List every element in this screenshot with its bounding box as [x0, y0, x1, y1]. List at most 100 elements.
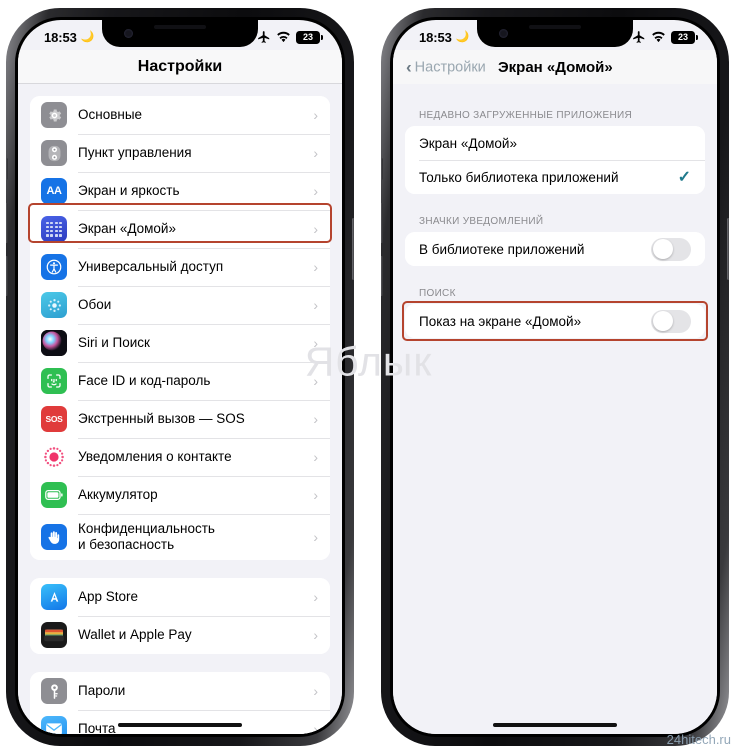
sidebar-item-label: Пароли — [78, 682, 126, 698]
wifi-icon — [276, 31, 291, 43]
control-center-icon — [41, 140, 67, 166]
back-button-label: Настройки — [414, 59, 486, 75]
settings-group-1: Основные › Пункт управления › AA Экран и… — [30, 96, 330, 560]
option-app-library-only[interactable]: Только библиотека приложений ✓ — [405, 160, 705, 194]
chevron-right-icon: › — [313, 145, 318, 161]
search-group: Показ на экране «Домой» — [405, 304, 705, 338]
iphone-left-bezel: 18:53 🌙 23 Настройки Основные › Пункт уп… — [15, 17, 345, 737]
toggle-app-library-badges[interactable] — [651, 237, 691, 261]
sidebar-item-passwords[interactable]: Пароли › — [30, 672, 330, 710]
screenshot-stage: 18:53 🌙 23 Настройки Основные › Пункт уп… — [0, 0, 737, 751]
iphone-left-screen: 18:53 🌙 23 Настройки Основные › Пункт уп… — [18, 20, 342, 734]
home-screen-icon — [41, 216, 67, 242]
sidebar-item-label: Универсальный доступ — [78, 258, 224, 274]
chevron-right-icon: › — [313, 221, 318, 237]
status-time: 18:53 — [44, 29, 77, 45]
chevron-right-icon: › — [313, 183, 318, 199]
option-label: Экран «Домой» — [419, 135, 517, 151]
iphone-left-frame: 18:53 🌙 23 Настройки Основные › Пункт уп… — [6, 8, 354, 746]
chevron-right-icon: › — [313, 683, 318, 699]
sidebar-item-label: Конфиденциальность и безопасность — [78, 521, 307, 554]
sidebar-item-label: Face ID и код-пароль — [78, 372, 211, 388]
mute-switch-right[interactable] — [381, 158, 383, 180]
airplane-mode-icon — [632, 30, 646, 44]
chevron-right-icon: › — [313, 373, 318, 389]
earpiece-speaker-icon — [154, 25, 206, 29]
notification-badges-group: В библиотеке приложений — [405, 232, 705, 266]
sidebar-item-privacy-security[interactable]: Конфиденциальность и безопасность › — [30, 514, 330, 560]
sos-glyph: SOS — [45, 414, 63, 424]
sidebar-item-battery[interactable]: Аккумулятор › — [30, 476, 330, 514]
sidebar-item-accessibility[interactable]: Универсальный доступ › — [30, 248, 330, 286]
volume-up-button-right[interactable] — [381, 203, 383, 243]
privacy-hand-icon — [41, 524, 67, 550]
home-screen-grid — [46, 221, 62, 237]
volume-down-button-right[interactable] — [381, 256, 383, 296]
recent-apps-group: Экран «Домой» Только библиотека приложен… — [405, 126, 705, 194]
sidebar-item-app-store[interactable]: App Store › — [30, 578, 330, 616]
chevron-right-icon: › — [313, 259, 318, 275]
sidebar-item-label: Экстренный вызов — SOS — [78, 410, 245, 426]
iphone-right-screen: 18:53 🌙 23 ‹ Настройки Экран «Домой» НЕД… — [393, 20, 717, 734]
sidebar-item-label: Siri и Поиск — [78, 334, 150, 350]
display-brightness-icon: AA — [41, 178, 67, 204]
battery-indicator: 23 — [671, 30, 698, 44]
siri-icon — [41, 330, 67, 356]
settings-group-2: App Store › Wallet и Apple Pay › — [30, 578, 330, 654]
back-button[interactable]: ‹ Настройки — [406, 59, 486, 76]
volume-down-button[interactable] — [6, 256, 8, 296]
home-screen-settings[interactable]: НЕДАВНО ЗАГРУЖЕННЫЕ ПРИЛОЖЕНИЯ Экран «До… — [393, 84, 717, 734]
row-show-on-home-screen[interactable]: Показ на экране «Домой» — [405, 304, 705, 338]
page-title: Настройки — [137, 57, 223, 75]
power-button-right[interactable] — [727, 218, 729, 280]
sidebar-item-label: Экран и яркость — [78, 182, 180, 198]
toggle-knob — [652, 239, 673, 259]
chevron-right-icon: › — [313, 627, 318, 643]
option-home-screen[interactable]: Экран «Домой» — [405, 126, 705, 160]
sidebar-item-wallet-apple-pay[interactable]: Wallet и Apple Pay › — [30, 616, 330, 654]
sidebar-item-emergency-sos[interactable]: SOS Экстренный вызов — SOS › — [30, 400, 330, 438]
settings-list[interactable]: Основные › Пункт управления › AA Экран и… — [18, 84, 342, 734]
volume-up-button[interactable] — [6, 203, 8, 243]
gear-icon — [41, 102, 67, 128]
status-time: 18:53 — [419, 29, 452, 45]
nav-bar-left: Настройки — [18, 50, 342, 84]
section-header-search: ПОИСК — [419, 288, 456, 299]
sidebar-item-label: Основные — [78, 106, 143, 122]
wifi-icon — [651, 31, 666, 43]
group-gap-2 — [18, 654, 342, 672]
sidebar-item-label: Аккумулятор — [78, 486, 158, 502]
sidebar-item-general[interactable]: Основные › — [30, 96, 330, 134]
sidebar-item-display-brightness[interactable]: AA Экран и яркость › — [30, 172, 330, 210]
row-label: Показ на экране «Домой» — [419, 313, 582, 329]
toggle-show-on-home-screen[interactable] — [651, 309, 691, 333]
sidebar-item-face-id[interactable]: Face ID и код-пароль › — [30, 362, 330, 400]
crescent-moon-icon: 🌙 — [80, 30, 95, 43]
crescent-moon-icon: 🌙 — [455, 30, 470, 43]
home-indicator-right — [493, 722, 617, 727]
chevron-right-icon: › — [313, 721, 318, 734]
mute-switch[interactable] — [6, 158, 8, 180]
chevron-right-icon: › — [313, 449, 318, 465]
chevron-right-icon: › — [313, 487, 318, 503]
battery-level-text: 23 — [302, 31, 313, 42]
section-header-notification-badges: ЗНАЧКИ УВЕДОМЛЕНИЙ — [419, 216, 544, 227]
battery-level-text: 23 — [677, 31, 688, 42]
sidebar-item-control-center[interactable]: Пункт управления › — [30, 134, 330, 172]
sidebar-item-contact-notifications[interactable]: Уведомления о контакте › — [30, 438, 330, 476]
sidebar-item-home-screen[interactable]: Экран «Домой» › — [30, 210, 330, 248]
toggle-knob — [652, 311, 673, 331]
sidebar-item-wallpaper[interactable]: Обои › — [30, 286, 330, 324]
face-id-icon — [41, 368, 67, 394]
accessibility-icon — [41, 254, 67, 280]
row-app-library-badges[interactable]: В библиотеке приложений — [405, 232, 705, 266]
sidebar-item-siri-search[interactable]: Siri и Поиск › — [30, 324, 330, 362]
app-store-icon — [41, 584, 67, 610]
chevron-right-icon: › — [313, 589, 318, 605]
wallpaper-icon — [41, 292, 67, 318]
power-button[interactable] — [352, 218, 354, 280]
chevron-right-icon: › — [313, 529, 318, 545]
chevron-right-icon: › — [313, 107, 318, 123]
watermark-corner: 24hitech.ru — [666, 732, 731, 747]
chevron-right-icon: › — [313, 411, 318, 427]
